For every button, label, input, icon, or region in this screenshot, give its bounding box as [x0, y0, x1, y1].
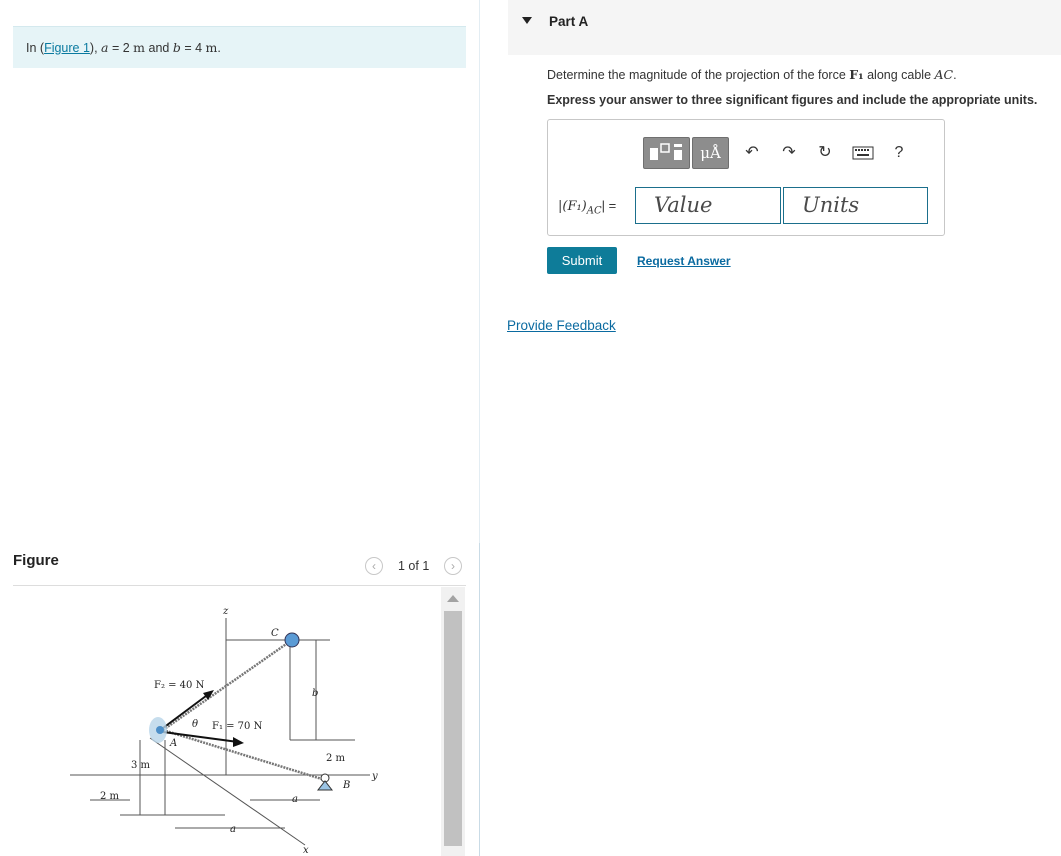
- cable-ab: [162, 728, 326, 782]
- reset-icon[interactable]: ↻: [814, 142, 836, 164]
- figure-divider: [13, 585, 466, 586]
- templates-icon[interactable]: [643, 137, 690, 169]
- support-c: [284, 632, 300, 648]
- a-eq: = 2: [108, 41, 134, 55]
- chevron-left-icon[interactable]: ‹: [365, 557, 383, 575]
- label-z: z: [222, 606, 229, 617]
- label-two-m-right: 2 m: [326, 753, 346, 764]
- part-title[interactable]: Part A: [549, 14, 588, 29]
- intro-prefix: In (: [26, 41, 45, 55]
- force-f1-arrowhead: [233, 737, 244, 747]
- units-input[interactable]: Units: [783, 187, 928, 224]
- column-divider: [479, 543, 480, 856]
- point-a-joint: [156, 726, 164, 734]
- label-a-bottom: a: [230, 824, 236, 835]
- units-icon[interactable]: μÅ: [692, 137, 729, 169]
- figure-title: Figure: [13, 552, 59, 569]
- and-text: and: [145, 41, 173, 55]
- answer-label-suffix: | =: [601, 198, 617, 213]
- keyboard-icon[interactable]: [851, 142, 875, 164]
- answer-label-sub: AC: [586, 205, 602, 217]
- label-f1: F₁ = 70 N: [212, 721, 263, 732]
- label-b-dim: b: [312, 688, 318, 699]
- undo-icon[interactable]: ↶: [741, 142, 763, 164]
- figure-scrollbar-thumb[interactable]: [444, 611, 462, 846]
- a-unit: m: [133, 40, 146, 55]
- var-b: b: [172, 40, 181, 55]
- caret-down-icon[interactable]: [522, 17, 532, 24]
- request-answer-link[interactable]: Request Answer: [637, 254, 731, 268]
- label-point-a: A: [169, 738, 177, 749]
- question-end: .: [953, 68, 957, 82]
- submit-button[interactable]: Submit: [547, 247, 617, 274]
- value-input[interactable]: Value: [635, 187, 781, 224]
- label-a-right: a: [292, 794, 298, 805]
- question-force: F₁: [849, 67, 864, 82]
- intro-suffix: ),: [89, 41, 98, 55]
- b-eq: = 4: [180, 41, 206, 55]
- question-mid: along cable: [863, 68, 935, 82]
- label-c: C: [271, 628, 279, 639]
- label-x: x: [303, 845, 309, 856]
- label-y: y: [371, 771, 378, 782]
- answer-label-main: |(F₁): [558, 199, 587, 214]
- problem-intro: In (Figure 1), a = 2 m and b = 4 m.: [13, 26, 466, 68]
- label-two-m-left: 2 m: [100, 791, 120, 802]
- part-a-header[interactable]: [508, 0, 1061, 55]
- figure-pager: 1 of 1: [398, 559, 430, 573]
- answer-instruction: Express your answer to three significant…: [547, 93, 1038, 107]
- chevron-right-icon[interactable]: ›: [444, 557, 462, 575]
- help-icon[interactable]: ?: [888, 142, 910, 164]
- label-theta: θ: [192, 719, 198, 730]
- provide-feedback-link[interactable]: Provide Feedback: [507, 318, 616, 333]
- column-divider-top: [479, 0, 480, 543]
- label-three-m: 3 m: [131, 760, 151, 771]
- scroll-up-arrow-icon[interactable]: [447, 595, 459, 602]
- label-point-b: B: [342, 780, 350, 791]
- question-cable: AC: [934, 67, 954, 82]
- redo-icon[interactable]: ↷: [778, 142, 800, 164]
- intro-period: .: [217, 41, 221, 55]
- question-pre: Determine the magnitude of the projectio…: [547, 68, 850, 82]
- mechanics-figure: z C F₂ = 40 N b θ F₁ = 70 N A 3 m 2 m 2 …: [70, 606, 378, 856]
- var-a: a: [101, 40, 109, 55]
- question-text: Determine the magnitude of the projectio…: [547, 67, 957, 82]
- force-f2-arrow: [162, 692, 211, 729]
- support-b: [316, 780, 334, 791]
- answer-label: |(F₁)AC| =: [558, 198, 616, 217]
- label-f2: F₂ = 40 N: [154, 680, 205, 691]
- b-unit: m: [205, 40, 218, 55]
- figure-link[interactable]: Figure 1: [44, 41, 90, 55]
- x-axis-line: [149, 737, 306, 846]
